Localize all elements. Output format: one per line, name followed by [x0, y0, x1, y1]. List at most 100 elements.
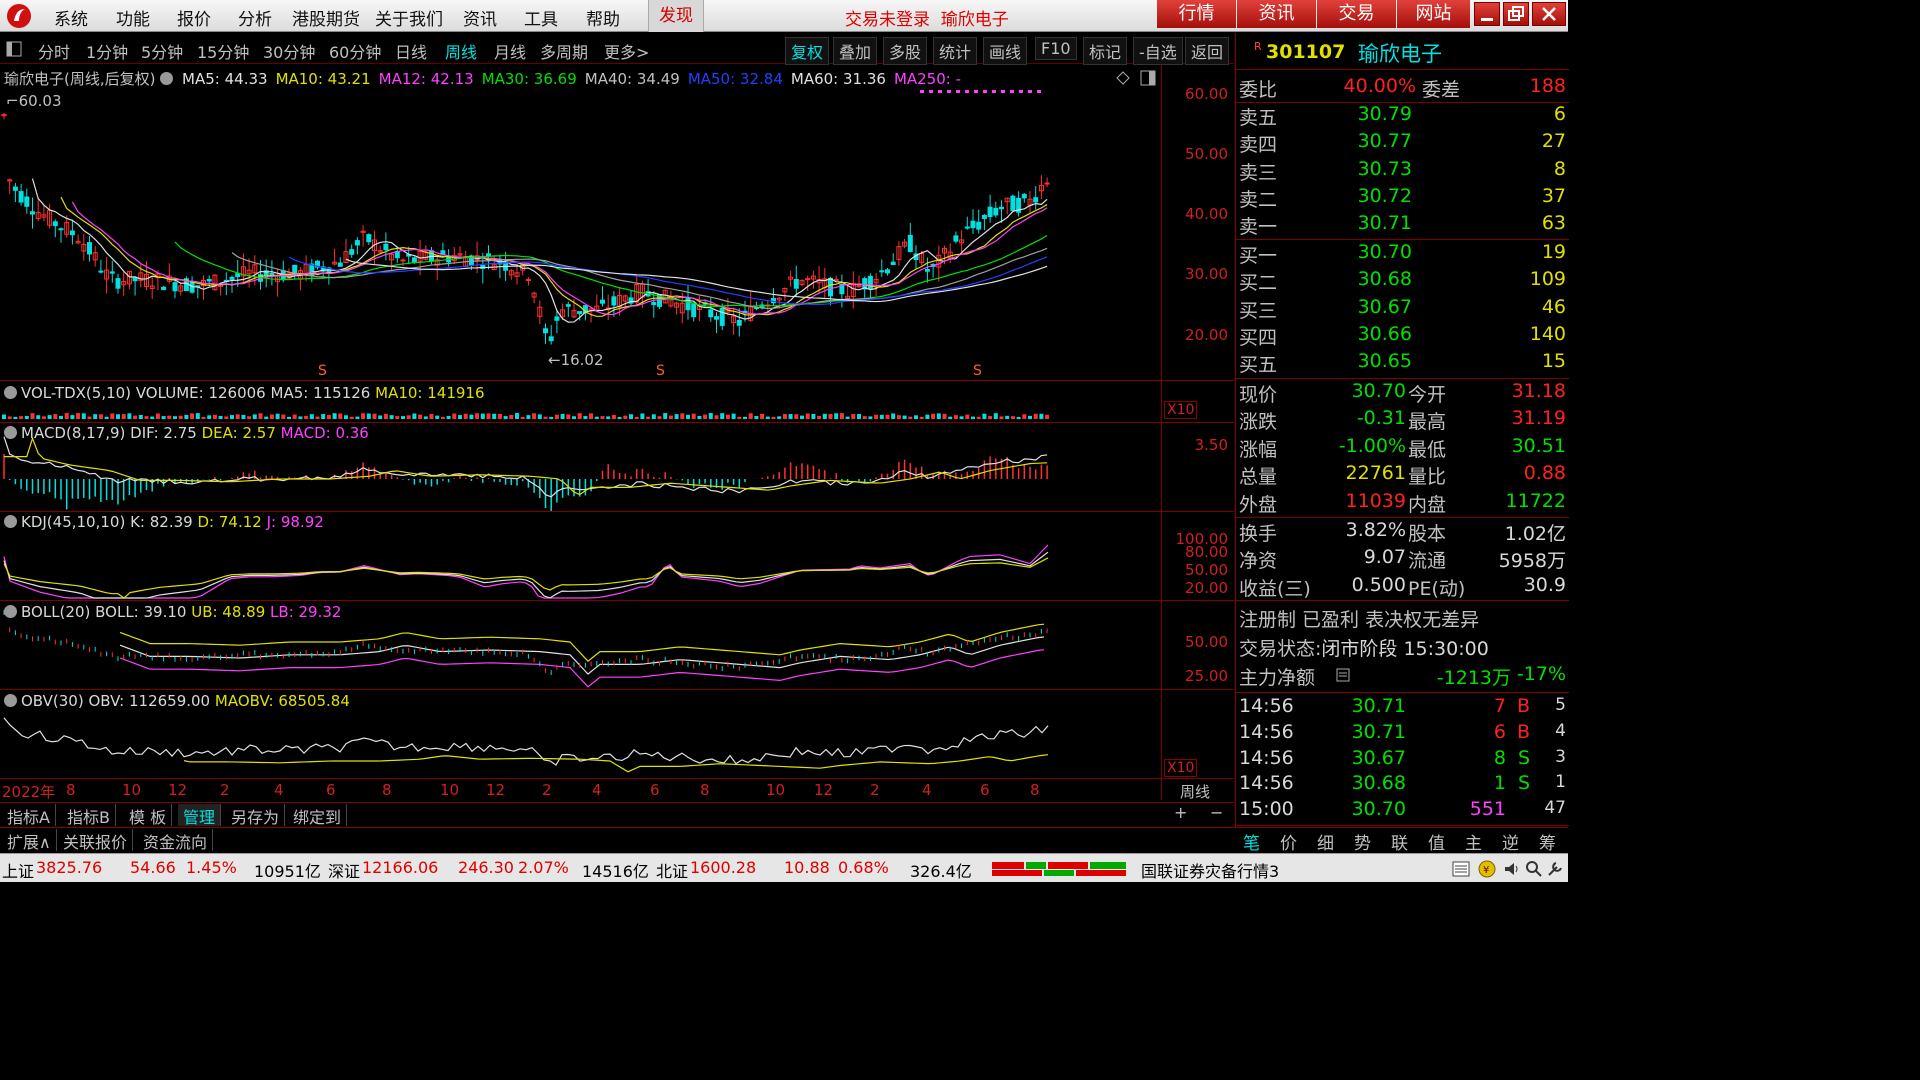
tool-draw-line[interactable]: 画线	[983, 37, 1028, 65]
period-fenshi[interactable]: 分时	[38, 39, 70, 63]
minimize-icon[interactable]	[1474, 2, 1500, 26]
quote-subtab[interactable]: 价	[1280, 829, 1297, 854]
tool-stats[interactable]: 统计	[933, 37, 978, 65]
tools-icon[interactable]	[1546, 860, 1564, 878]
diamond-icon[interactable]	[1116, 71, 1130, 85]
tab-trade[interactable]: 交易	[1317, 0, 1396, 28]
login-status[interactable]: 交易未登录 瑜欣电子	[845, 5, 1009, 30]
period-multi[interactable]: 多周期	[540, 39, 588, 63]
quote-subtab[interactable]: 细	[1317, 829, 1334, 854]
ask-level[interactable]: 卖四 30.77 27	[1236, 130, 1569, 157]
settings-icon[interactable]	[4, 515, 17, 528]
tab-template[interactable]: 模 板	[124, 804, 173, 827]
candle-body	[577, 311, 583, 315]
quote-subtab[interactable]: 势	[1354, 829, 1371, 854]
tab-indicator-a[interactable]: 指标A	[2, 804, 56, 827]
tab-manage[interactable]: 管理	[178, 804, 222, 827]
tick-row[interactable]: 14:56 30.67 8 S 3	[1236, 747, 1569, 774]
menu-function[interactable]: 功能	[116, 5, 150, 30]
close-icon[interactable]	[1532, 2, 1566, 26]
period-30min[interactable]: 30分钟	[263, 39, 315, 63]
speaker-icon[interactable]	[1503, 860, 1521, 878]
menu-news[interactable]: 资讯	[463, 5, 497, 30]
tick-row[interactable]: 14:56 30.71 6 B 4	[1236, 721, 1569, 748]
sz-index-label[interactable]: 深证	[328, 858, 360, 882]
menu-system[interactable]: 系统	[54, 5, 88, 30]
tool-del-watchlist[interactable]: -自选	[1133, 37, 1183, 65]
tool-overlay[interactable]: 叠加	[833, 37, 878, 65]
tab-related-quote[interactable]: 关联报价	[58, 829, 134, 852]
settings-icon[interactable]	[4, 605, 17, 618]
menu-help[interactable]: 帮助	[586, 5, 620, 30]
tool-fuquan[interactable]: 复权	[785, 37, 830, 65]
candle-body	[58, 228, 64, 231]
quote-subtab[interactable]: 筹	[1539, 829, 1556, 854]
period-monthly[interactable]: 月线	[494, 39, 526, 63]
bid-level[interactable]: 买三 30.67 46	[1236, 296, 1569, 323]
tab-indicator-b[interactable]: 指标B	[62, 804, 116, 827]
menu-find-button[interactable]: 发现	[648, 0, 704, 32]
coin-icon[interactable]: ¥	[1478, 860, 1496, 878]
bid-level[interactable]: 买四 30.66 140	[1236, 323, 1569, 350]
search-icon[interactable]	[1525, 860, 1543, 878]
bz-index-label[interactable]: 北证	[656, 858, 688, 882]
menu-quote[interactable]: 报价	[177, 5, 211, 30]
market-breadth-icon[interactable]	[990, 860, 1130, 878]
tick-row[interactable]: 15:00 30.70 551 47	[1236, 798, 1569, 825]
bid-level[interactable]: 买一 30.70 19	[1236, 241, 1569, 268]
period-more[interactable]: 更多>	[604, 39, 649, 63]
settings-icon[interactable]	[4, 386, 17, 399]
menu-analysis[interactable]: 分析	[238, 5, 272, 30]
main-net-row[interactable]: 主力净额 -1213万 -17%	[1236, 663, 1569, 690]
volume-bar	[144, 416, 149, 419]
zoom-in-button[interactable]: +	[1174, 803, 1187, 822]
quote-subtab[interactable]: 主	[1465, 829, 1482, 854]
quote-subtab[interactable]: 逆	[1502, 829, 1519, 854]
tab-fund-flow[interactable]: 资金流向	[138, 829, 214, 852]
settings-icon[interactable]	[4, 694, 17, 707]
restore-icon[interactable]	[1503, 2, 1529, 26]
tool-back[interactable]: 返回	[1185, 37, 1230, 65]
quote-subtab[interactable]: 值	[1428, 829, 1445, 854]
zoom-out-button[interactable]: −	[1210, 803, 1223, 822]
x-tick: 4	[592, 781, 602, 799]
period-1min[interactable]: 1分钟	[86, 39, 128, 63]
tab-info[interactable]: 资讯	[1237, 0, 1316, 28]
tab-save-as[interactable]: 另存为	[226, 804, 286, 827]
ask-level[interactable]: 卖二 30.72 37	[1236, 185, 1569, 212]
ask-level[interactable]: 卖三 30.73 8	[1236, 158, 1569, 185]
window-icon[interactable]	[1452, 860, 1470, 878]
quote-subtab[interactable]: 联	[1391, 829, 1408, 854]
menu-hk-futures[interactable]: 港股期货	[292, 5, 360, 30]
volume-bar	[167, 415, 172, 419]
period-15min[interactable]: 15分钟	[197, 39, 249, 63]
tool-multi-stock[interactable]: 多股	[883, 37, 928, 65]
level-price: 30.68	[1357, 268, 1412, 291]
sh-index-label[interactable]: 上证	[2, 858, 34, 882]
tab-expand[interactable]: 扩展∧	[2, 829, 57, 852]
bid-level[interactable]: 买二 30.68 109	[1236, 268, 1569, 295]
period-5min[interactable]: 5分钟	[141, 39, 183, 63]
menu-tools[interactable]: 工具	[524, 5, 558, 30]
tick-row[interactable]: 14:56 30.71 7 B 5	[1236, 695, 1569, 722]
settings-icon[interactable]	[4, 426, 17, 439]
ask-level[interactable]: 卖五 30.79 6	[1236, 103, 1569, 130]
period-daily[interactable]: 日线	[395, 39, 427, 63]
volume-bar	[361, 413, 366, 419]
panel-layout-icon[interactable]	[1140, 70, 1156, 86]
tool-f10[interactable]: F10	[1035, 37, 1077, 60]
tab-website[interactable]: 网站	[1397, 0, 1470, 28]
settings-icon[interactable]	[160, 72, 174, 85]
period-60min[interactable]: 60分钟	[329, 39, 381, 63]
tick-row[interactable]: 14:56 30.68 1 S 1	[1236, 772, 1569, 799]
quote-subtab[interactable]: 笔	[1243, 829, 1260, 854]
bid-level[interactable]: 买五 30.65 15	[1236, 350, 1569, 377]
period-weekly[interactable]: 周线	[445, 39, 477, 63]
tab-bind-to[interactable]: 绑定到	[288, 804, 348, 827]
tool-mark[interactable]: 标记	[1083, 37, 1128, 65]
panel-toggle-icon[interactable]	[6, 41, 22, 57]
tab-market[interactable]: 行情	[1157, 0, 1236, 28]
ask-level[interactable]: 卖一 30.71 63	[1236, 212, 1569, 239]
list-icon[interactable]	[1336, 668, 1350, 682]
menu-about[interactable]: 关于我们	[375, 5, 443, 30]
